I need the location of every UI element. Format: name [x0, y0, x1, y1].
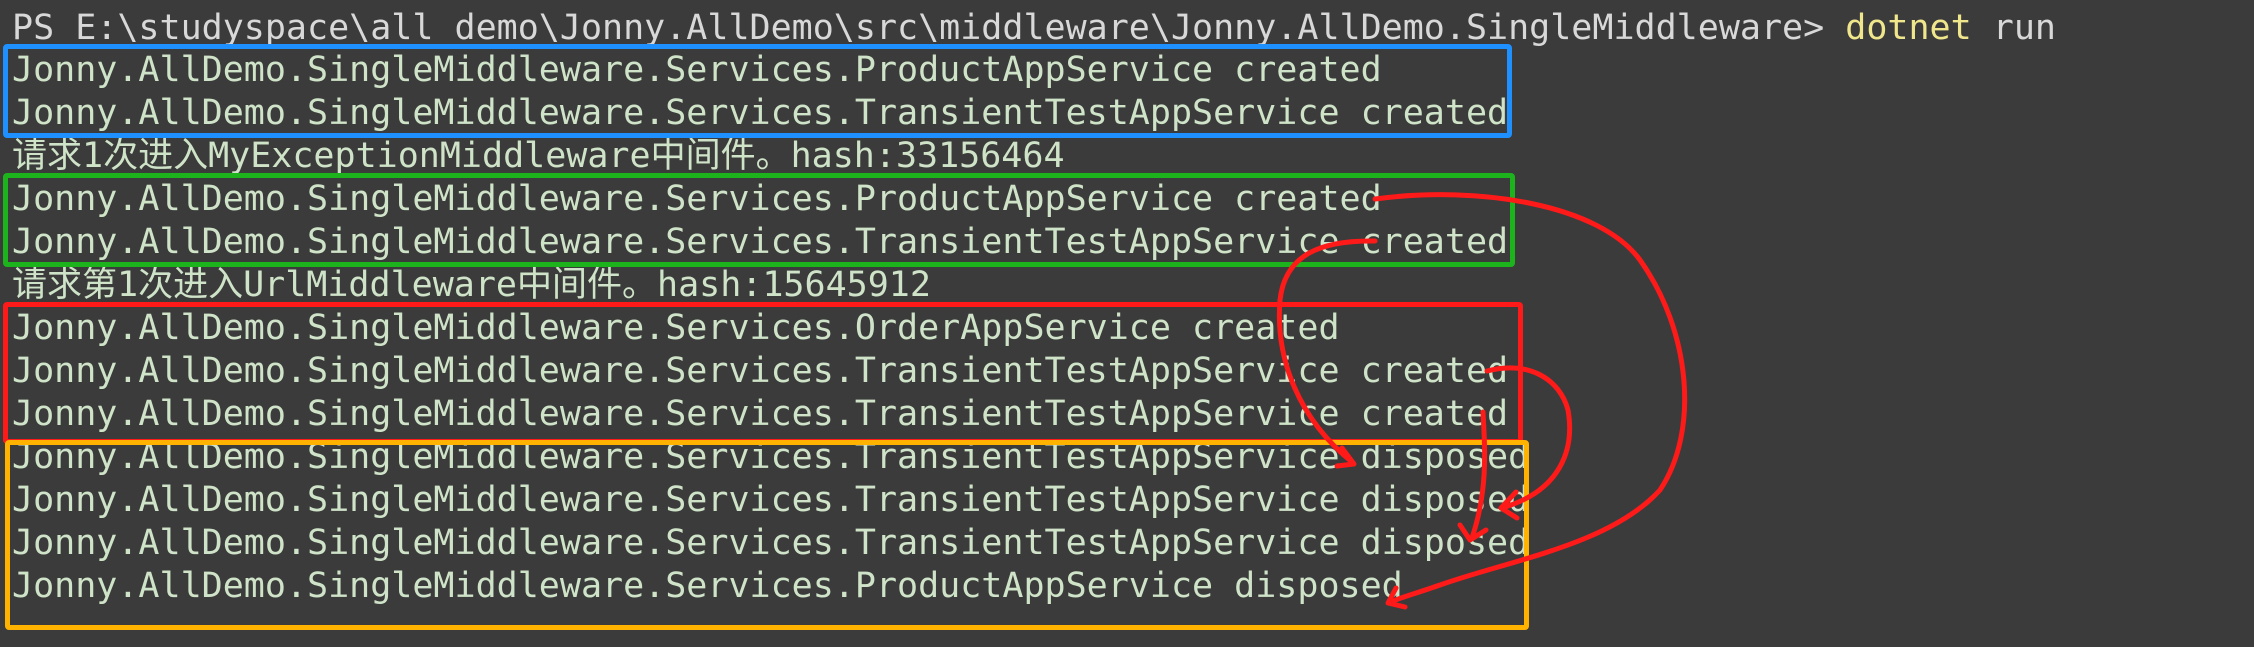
prompt-path: PS E:\studyspace\all_demo\Jonny.AllDemo\… [12, 8, 1825, 48]
annotation-box-green [3, 173, 1515, 267]
terminal-window[interactable]: PS E:\studyspace\all_demo\Jonny.AllDemo\… [0, 0, 2254, 647]
annotation-box-blue [3, 44, 1512, 138]
output-line: 请求1次进入MyExceptionMiddleware中间件。hash:3315… [12, 136, 1065, 176]
output-line: 请求第1次进入UrlMiddleware中间件。hash:15645912 [12, 265, 931, 305]
prompt-argument: run [1992, 8, 2056, 48]
prompt-command: dotnet [1845, 8, 1972, 48]
annotation-box-orange [5, 440, 1529, 630]
annotation-box-red [3, 302, 1523, 444]
